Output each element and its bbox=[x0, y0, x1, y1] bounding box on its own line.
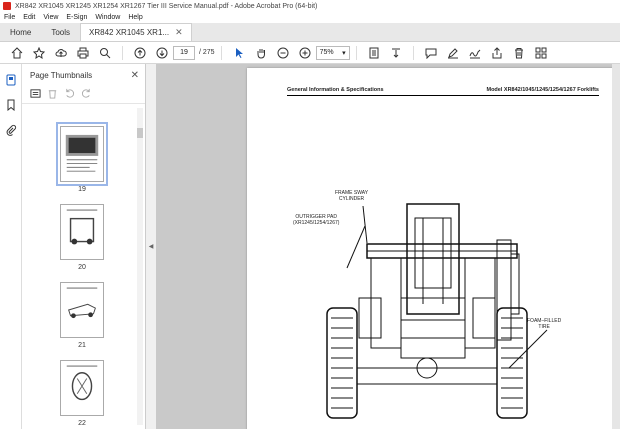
tab-document[interactable]: XR842 XR1045 XR1... ✕ bbox=[80, 23, 192, 41]
menu-file[interactable]: File bbox=[4, 14, 15, 21]
leader-line bbox=[508, 329, 548, 369]
left-rail bbox=[0, 64, 22, 429]
window-title: XR842 XR1045 XR1245 XR1254 XR1267 Tier I… bbox=[15, 2, 318, 10]
toolbar: 19 / 275 75% ▾ bbox=[0, 42, 620, 64]
menu-edit[interactable]: Edit bbox=[23, 14, 35, 21]
panel-title: Page Thumbnails bbox=[30, 70, 93, 80]
page-number-input[interactable]: 19 bbox=[173, 45, 195, 60]
toolbar-divider bbox=[220, 45, 222, 60]
title-bar: XR842 XR1045 XR1245 XR1254 XR1267 Tier I… bbox=[0, 0, 620, 12]
previous-page-icon[interactable] bbox=[132, 45, 148, 61]
thumbnail-list: 19 20 21 22 bbox=[22, 106, 135, 429]
page-total: / 275 bbox=[199, 49, 215, 56]
menu-view[interactable]: View bbox=[43, 14, 58, 21]
thumbnail-page[interactable] bbox=[56, 122, 108, 186]
leader-line bbox=[362, 205, 368, 244]
thumbnail-page[interactable] bbox=[60, 204, 104, 260]
print-icon[interactable] bbox=[75, 45, 91, 61]
viewer-scrollbar[interactable] bbox=[612, 64, 620, 429]
thumbnail-label: 20 bbox=[78, 264, 86, 271]
page-fit-icon[interactable] bbox=[366, 45, 382, 61]
page-thumbnails-icon[interactable] bbox=[5, 74, 17, 89]
delete-icon[interactable] bbox=[511, 45, 527, 61]
search-icon[interactable] bbox=[97, 45, 113, 61]
thumbnail-page[interactable] bbox=[60, 282, 104, 338]
toolbar-divider bbox=[412, 45, 414, 60]
upload-cloud-icon[interactable] bbox=[53, 45, 69, 61]
rotate-left-icon[interactable] bbox=[64, 88, 75, 102]
select-cursor-icon[interactable] bbox=[231, 45, 247, 61]
highlight-pen-icon[interactable] bbox=[445, 45, 461, 61]
panel-toolbar bbox=[22, 86, 145, 104]
thumbnail-preview bbox=[66, 287, 98, 319]
next-page-icon[interactable] bbox=[154, 45, 170, 61]
collapse-panel-handle[interactable]: ◀ bbox=[146, 64, 156, 429]
sign-icon[interactable] bbox=[467, 45, 483, 61]
bookmark-star-icon[interactable] bbox=[31, 45, 47, 61]
thumbnail-options-icon[interactable] bbox=[30, 88, 41, 102]
bookmarks-icon[interactable] bbox=[5, 99, 17, 114]
thumbnail-scrollbar[interactable] bbox=[137, 108, 143, 425]
thumbnail-page[interactable] bbox=[60, 360, 104, 416]
zoom-out-icon[interactable] bbox=[275, 45, 291, 61]
tab-home[interactable]: Home bbox=[0, 23, 41, 41]
thumbnail-preview bbox=[65, 134, 99, 172]
document-viewer[interactable]: General Information & Specifications Mod… bbox=[156, 64, 620, 429]
menu-bar: File Edit View E-Sign Window Help bbox=[0, 12, 620, 23]
comment-icon[interactable] bbox=[423, 45, 439, 61]
close-tab-icon[interactable]: ✕ bbox=[175, 27, 183, 38]
menu-window[interactable]: Window bbox=[95, 14, 120, 21]
workspace: Page Thumbnails ✕ 19 20 21 22 ◀ General … bbox=[0, 64, 620, 429]
chevron-left-icon: ◀ bbox=[148, 244, 154, 250]
thumbnail-preview bbox=[66, 209, 98, 245]
attachments-icon[interactable] bbox=[5, 124, 17, 139]
zoom-value: 75% bbox=[319, 49, 334, 56]
zoom-level-select[interactable]: 75% ▾ bbox=[315, 45, 350, 60]
thumbnail-label: 22 bbox=[78, 420, 86, 427]
panel-header: Page Thumbnails ✕ bbox=[22, 64, 145, 86]
menu-help[interactable]: Help bbox=[128, 14, 142, 21]
scroll-mode-icon[interactable] bbox=[388, 45, 404, 61]
thumbnail-label: 19 bbox=[78, 186, 86, 193]
delete-page-icon[interactable] bbox=[47, 88, 58, 102]
toolbar-divider bbox=[122, 45, 123, 60]
rotate-right-icon[interactable] bbox=[81, 88, 92, 102]
toolbar-divider bbox=[355, 45, 357, 60]
thumbnail-label: 21 bbox=[78, 342, 86, 349]
organize-pages-icon[interactable] bbox=[533, 45, 549, 61]
forklift-diagram bbox=[326, 203, 548, 419]
thumbnails-panel: Page Thumbnails ✕ 19 20 21 22 bbox=[22, 64, 146, 429]
leader-line bbox=[346, 225, 366, 269]
tab-document-label: XR842 XR1045 XR1... bbox=[89, 28, 170, 37]
tab-bar: Home Tools XR842 XR1045 XR1... ✕ bbox=[0, 23, 620, 42]
tab-tools[interactable]: Tools bbox=[41, 23, 80, 41]
zoom-in-icon[interactable] bbox=[297, 45, 313, 61]
menu-esign[interactable]: E-Sign bbox=[66, 14, 87, 21]
acrobat-logo-icon bbox=[3, 2, 11, 10]
hand-tool-icon[interactable] bbox=[253, 45, 269, 61]
close-panel-icon[interactable]: ✕ bbox=[131, 70, 139, 81]
chevron-down-icon: ▾ bbox=[342, 49, 346, 57]
thumbnail-preview bbox=[66, 365, 98, 401]
document-page: General Information & Specifications Mod… bbox=[247, 68, 619, 429]
scrollbar-thumb[interactable] bbox=[137, 128, 143, 138]
share-icon[interactable] bbox=[489, 45, 505, 61]
home-icon[interactable] bbox=[9, 45, 25, 61]
